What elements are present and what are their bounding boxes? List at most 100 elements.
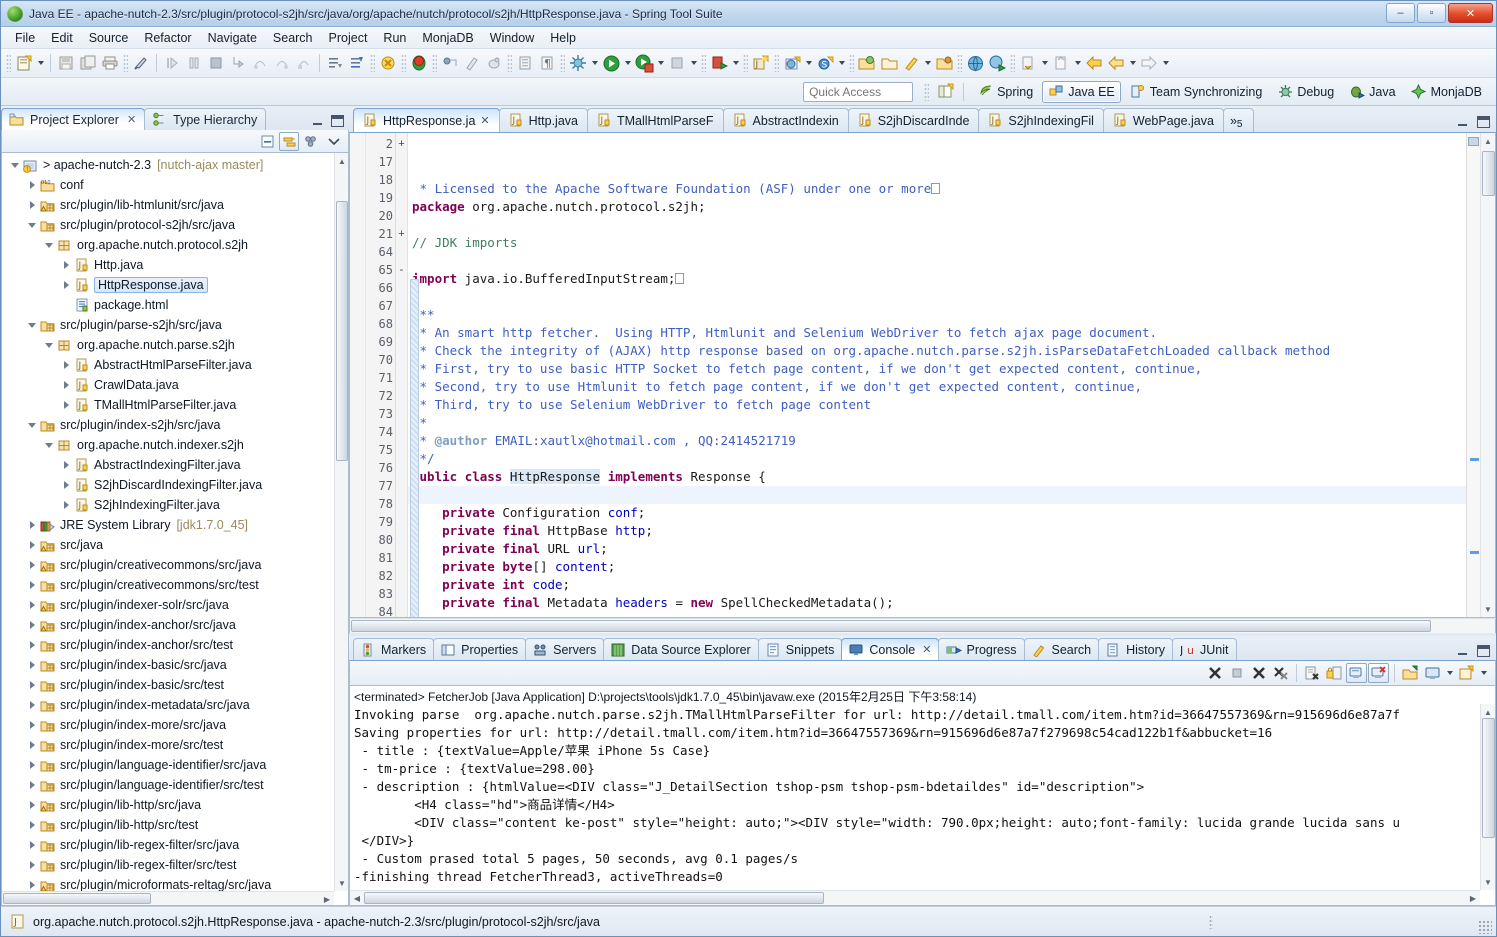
code-line[interactable]: * First, try to use basic HTTP Socket to…	[408, 360, 1466, 378]
twisty-collapsed-icon[interactable]	[59, 277, 73, 293]
tree-item[interactable]: src/plugin/index-basic/src/test	[2, 675, 348, 695]
bottom-tab-history[interactable]: History	[1098, 638, 1174, 660]
twisty-collapsed-icon[interactable]	[25, 617, 39, 633]
twisty-collapsed-icon[interactable]	[25, 797, 39, 813]
fold-toggle-icon[interactable]: -	[396, 261, 407, 279]
new-web-project-dropdown[interactable]	[803, 54, 814, 72]
code-line[interactable]: */	[408, 450, 1466, 468]
perspective-button-monjadb[interactable]: MonjaDB	[1405, 81, 1488, 103]
console-scroll-right-arrow[interactable]: ▶	[1467, 892, 1479, 904]
twisty-collapsed-icon[interactable]	[25, 717, 39, 733]
twisty-collapsed-icon[interactable]	[25, 537, 39, 553]
editor-folding-column[interactable]: + + -	[396, 133, 408, 617]
twisty-collapsed-icon[interactable]	[25, 817, 39, 833]
highlight-dropdown[interactable]	[922, 54, 933, 72]
open-folder-icon[interactable]	[879, 53, 899, 73]
open-task-icon[interactable]	[515, 53, 535, 73]
menu-item-window[interactable]: Window	[482, 29, 542, 47]
quick-access-input[interactable]	[803, 81, 914, 102]
toolbar-grip[interactable]	[6, 54, 11, 72]
view-menu-icon[interactable]	[301, 132, 321, 151]
profile-icon[interactable]	[484, 53, 504, 73]
open-console-icon[interactable]	[1456, 663, 1477, 683]
terminate-console-icon[interactable]	[1204, 663, 1225, 683]
code-line[interactable]: * @author EMAIL:xautlx@hotmail.com , QQ:…	[408, 432, 1466, 450]
menu-item-search[interactable]: Search	[265, 29, 321, 47]
print-icon[interactable]	[100, 53, 120, 73]
tree-item[interactable]: src/plugin/lib-regex-filter/src/test	[2, 855, 348, 875]
code-line[interactable]: package org.apache.nutch.protocol.s2jh;	[408, 198, 1466, 216]
twisty-collapsed-icon[interactable]	[25, 837, 39, 853]
twisty-collapsed-icon[interactable]	[25, 177, 39, 193]
bottom-tab-search[interactable]: Search	[1023, 638, 1100, 660]
view-tab-project-explorer[interactable]: Project Explorer ✕	[1, 108, 146, 130]
tree-item[interactable]: J S2jhIndexingFilter.java	[2, 495, 348, 515]
console-horizontal-scrollbar[interactable]: ◀ ▶	[350, 890, 1480, 905]
code-line[interactable]: * An smart http fetcher. Using HTTP, Htm…	[408, 324, 1466, 342]
tree-item[interactable]: J CrawlData.java	[2, 375, 348, 395]
next-edit-dropdown[interactable]	[1072, 54, 1083, 72]
run-as-dropdown[interactable]	[655, 54, 666, 72]
tree-item[interactable]: src/plugin/index-basic/src/java	[2, 655, 348, 675]
twisty-expanded-icon[interactable]	[25, 317, 39, 333]
tree-item[interactable]: src/plugin/index-more/src/test	[2, 735, 348, 755]
tree-item[interactable]: package.html	[2, 295, 348, 315]
tree-item[interactable]: src/plugin/indexer-solr/src/java	[2, 595, 348, 615]
remove-launch-icon[interactable]	[1248, 663, 1269, 683]
toggle-annotations-icon[interactable]	[131, 53, 151, 73]
fold-toggle-icon[interactable]: +	[396, 135, 407, 153]
paragraph-marks-icon[interactable]: ¶	[537, 53, 557, 73]
code-line[interactable]: private Configuration conf;	[408, 504, 1466, 522]
back-icon[interactable]	[1084, 53, 1104, 73]
debug-dropdown[interactable]	[589, 54, 600, 72]
console-scroll-left-arrow[interactable]: ◀	[351, 892, 363, 904]
server-publish-icon[interactable]	[709, 53, 729, 73]
bottom-tab-properties[interactable]: Properties	[433, 638, 527, 660]
editor-tab-webpage-java[interactable]: J WebPage.java	[1102, 108, 1224, 132]
new-wizard-dropdown[interactable]	[35, 54, 46, 72]
code-line[interactable]: *	[408, 414, 1466, 432]
bottom-tab-data-source-explorer[interactable]: Data Source Explorer	[603, 638, 759, 660]
editor-overview-ruler[interactable]	[1466, 133, 1480, 617]
resize-grip[interactable]	[1478, 920, 1492, 934]
new-wizard-icon[interactable]	[14, 53, 34, 73]
editor-vertical-scrollbar[interactable]: ▲ ▼	[1480, 133, 1495, 617]
tree-item[interactable]: src/plugin/index-anchor/src/java	[2, 615, 348, 635]
code-line[interactable]	[408, 216, 1466, 234]
show-console-on-error-icon[interactable]	[1368, 663, 1389, 683]
twisty-expanded-icon[interactable]	[42, 437, 56, 453]
editor-horizontal-scrollbar[interactable]	[349, 618, 1496, 633]
display-selected-console-icon[interactable]	[1422, 663, 1443, 683]
bottom-tab-progress[interactable]: Progress	[938, 638, 1025, 660]
drop-to-frame-icon[interactable]	[294, 53, 314, 73]
new-java-class-icon[interactable]: J	[751, 53, 771, 73]
menu-item-run[interactable]: Run	[375, 29, 414, 47]
twisty-collapsed-icon[interactable]	[59, 477, 73, 493]
twisty-collapsed-icon[interactable]	[59, 457, 73, 473]
tree-item[interactable]: src/plugin/lib-http/src/test	[2, 815, 348, 835]
perspective-button-debug[interactable]: Debug	[1271, 81, 1340, 103]
scroll-right-arrow[interactable]: ▶	[321, 893, 333, 905]
collapse-all-icon[interactable]	[257, 132, 277, 151]
run-dropdown[interactable]	[622, 54, 633, 72]
twisty-collapsed-icon[interactable]	[25, 857, 39, 873]
tree-item[interactable]: ! > apache-nutch-2.3 [nutch-ajax master]	[2, 155, 348, 175]
open-perspective-icon[interactable]	[935, 82, 955, 102]
tree-item[interactable]: src/plugin/language-identifier/src/java	[2, 755, 348, 775]
tree-item[interactable]: src/plugin/index-anchor/src/test	[2, 635, 348, 655]
pencil-edit-icon[interactable]	[462, 53, 482, 73]
new-spring-bean-dropdown[interactable]	[836, 54, 847, 72]
tree-horizontal-thumb[interactable]	[3, 893, 151, 904]
editor-vertical-thumb[interactable]	[1482, 151, 1495, 196]
twisty-collapsed-icon[interactable]	[25, 697, 39, 713]
close-editor-tab-icon[interactable]: ✕	[480, 114, 489, 127]
step-into-icon[interactable]	[228, 53, 248, 73]
code-line[interactable]: // JDK imports	[408, 234, 1466, 252]
status-bar-grip[interactable]	[1209, 915, 1213, 929]
perspective-button-team-synchronizing[interactable]: Team Synchronizing	[1124, 81, 1269, 103]
menu-item-refactor[interactable]: Refactor	[136, 29, 199, 47]
console-output-panel[interactable]: <terminated> FetcherJob [Java Applicatio…	[349, 685, 1496, 906]
debug-config-icon[interactable]	[409, 53, 429, 73]
console-scroll-up-arrow[interactable]: ▲	[1482, 706, 1494, 718]
menu-item-project[interactable]: Project	[321, 29, 376, 47]
